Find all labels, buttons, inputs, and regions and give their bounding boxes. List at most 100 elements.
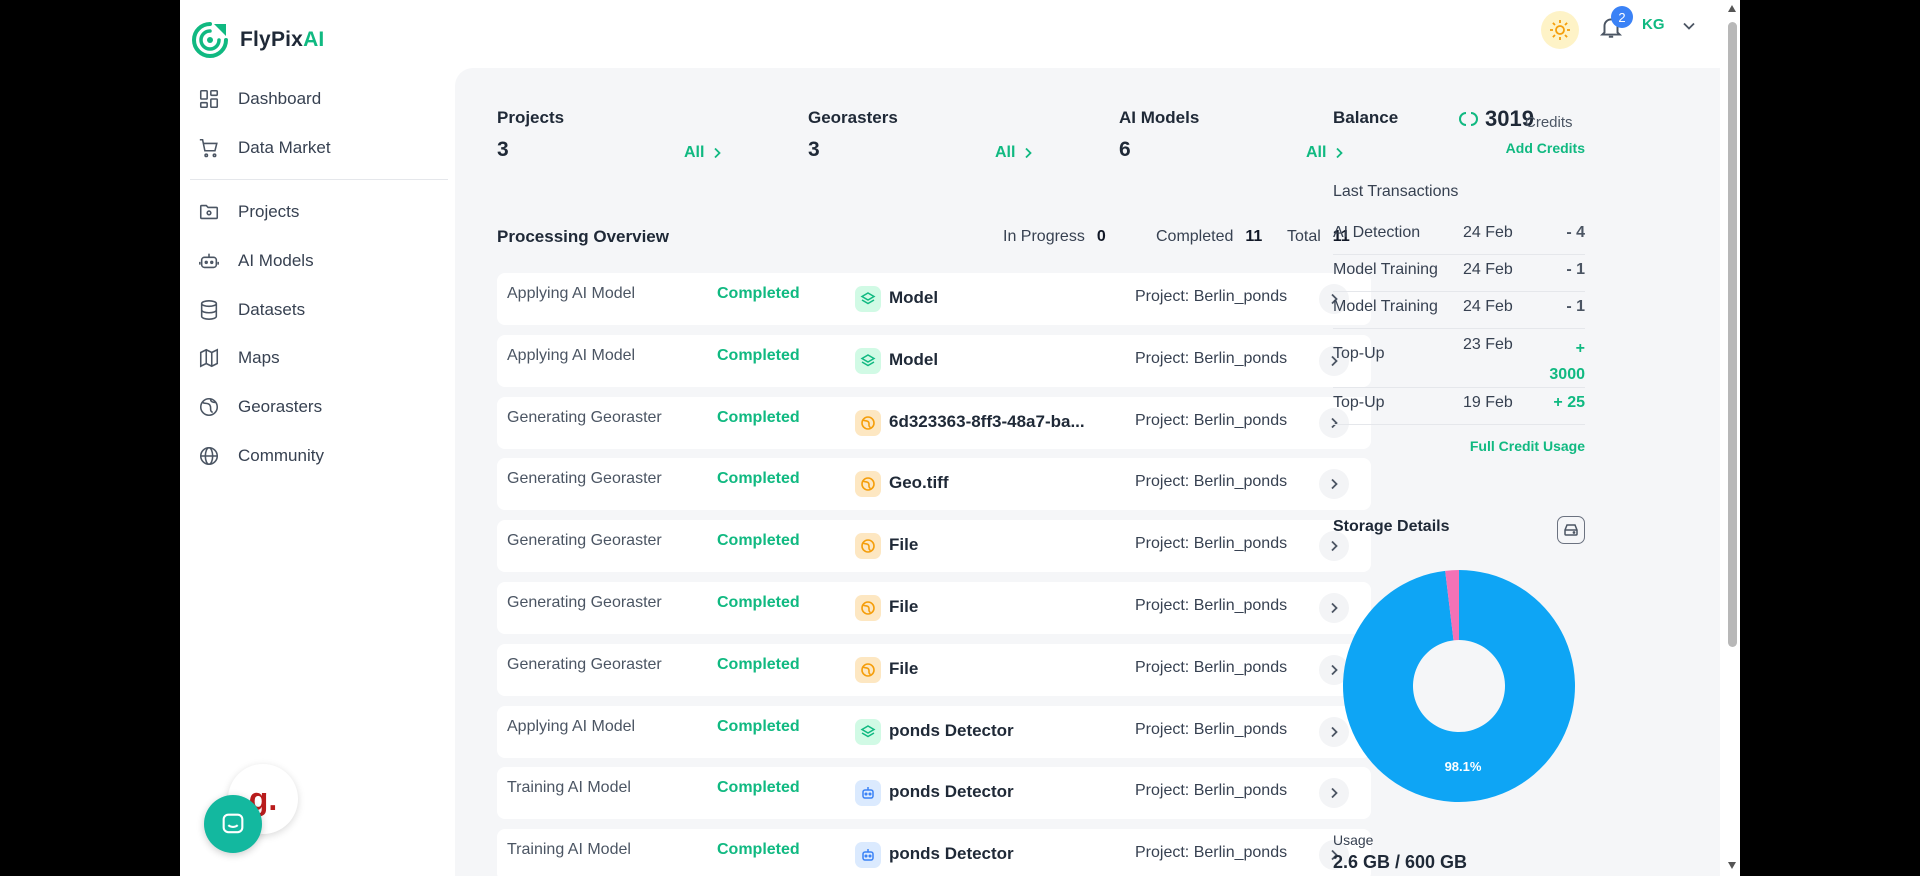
- row-status: Completed: [717, 841, 800, 859]
- globe-orange-icon: [861, 539, 875, 553]
- globe-orange-icon: [861, 662, 875, 677]
- brand-logo[interactable]: FlyPixAI: [190, 20, 324, 60]
- transaction-date: 24 Feb: [1463, 298, 1513, 315]
- row-item-name: Model: [889, 349, 939, 369]
- globe-orange-icon: [861, 601, 875, 615]
- row-status: Completed: [717, 532, 800, 550]
- row-project: Project: Berlin_ponds: [1135, 720, 1288, 738]
- processing-row[interactable]: Training AI Model Completed ponds Detector…: [497, 829, 1371, 876]
- sidebar-item-datasets[interactable]: Datasets: [198, 295, 305, 325]
- stat-label: AI Models: [1119, 108, 1200, 127]
- globe-grid-icon: [199, 397, 219, 417]
- row-operation: Generating Georaster: [507, 408, 662, 426]
- sidebar-item-label: Projects: [238, 202, 300, 221]
- georasters-all-link[interactable]: All: [995, 144, 1033, 162]
- row-type-icon: [855, 347, 881, 374]
- theme-toggle-button[interactable]: [1541, 11, 1579, 49]
- scrollbar-thumb[interactable]: [1728, 22, 1737, 647]
- processing-row[interactable]: Training AI Model Completed ponds Detector…: [497, 767, 1371, 820]
- row-status: Completed: [717, 285, 800, 302]
- transaction-row: AI Detection 24 Feb - 4: [1333, 218, 1585, 255]
- sidebar-item-community[interactable]: Community: [198, 441, 324, 471]
- page-scrollbar[interactable]: [1725, 0, 1740, 876]
- sidebar-item-data-market[interactable]: Data Market: [198, 133, 331, 163]
- globe-icon: [199, 446, 219, 466]
- add-credits-link[interactable]: Add Credits: [1506, 140, 1585, 156]
- robot-icon: [199, 253, 219, 269]
- processing-row[interactable]: Generating Georaster Completed File Project…: [497, 643, 1371, 696]
- transaction-amount: + 3000: [1549, 340, 1585, 383]
- transaction-name: Model Training: [1333, 261, 1438, 278]
- stat-value: 3: [497, 138, 509, 161]
- scroll-up-arrow[interactable]: [1728, 5, 1736, 12]
- brand-name: FlyPixAI: [240, 28, 325, 51]
- processing-row[interactable]: Generating Georaster Completed 6d323363-8f…: [497, 396, 1371, 449]
- transaction-name: Top-Up: [1333, 394, 1385, 411]
- sidebar-item-maps[interactable]: Maps: [198, 343, 280, 373]
- processing-row[interactable]: Applying AI Model Completed Model Project: …: [497, 334, 1371, 387]
- stat-georasters: Georasters 3: [808, 108, 898, 162]
- row-project: Project: Berlin_ponds: [1135, 658, 1288, 676]
- chevron-down-icon[interactable]: [1682, 19, 1696, 33]
- robot-blue-icon: [862, 849, 874, 861]
- sidebar-item-ai-models[interactable]: AI Models: [198, 246, 314, 276]
- sidebar-item-georasters[interactable]: Georasters: [198, 392, 322, 422]
- row-status: Completed: [717, 717, 800, 735]
- processing-row[interactable]: Generating Georaster Completed Geo.tiff Pro…: [497, 458, 1371, 511]
- row-item-name: 6d323363-8ff3-48a7-ba...: [889, 411, 1085, 431]
- sidebar-item-label: Datasets: [238, 300, 306, 319]
- chevron-right-icon: [1331, 726, 1338, 737]
- row-status: Completed: [717, 655, 800, 673]
- flypix-logo-icon: [192, 22, 228, 58]
- layers-icon: [860, 292, 876, 305]
- chevron-right-icon: [1336, 147, 1344, 159]
- row-project: Project: Berlin_ponds: [1135, 288, 1288, 305]
- chat-launcher-button[interactable]: [204, 795, 262, 853]
- processing-row[interactable]: Generating Georaster Completed File Project…: [497, 582, 1371, 634]
- sidebar-item-label: Data Market: [238, 138, 331, 157]
- row-status: Completed: [717, 346, 800, 364]
- row-open-button[interactable]: [1319, 469, 1349, 500]
- row-type-icon: [855, 286, 881, 312]
- row-item-name: File: [889, 658, 919, 678]
- scroll-down-arrow[interactable]: [1728, 862, 1736, 869]
- chevron-right-icon: [714, 147, 722, 159]
- database-icon: [200, 300, 218, 320]
- projects-all-link[interactable]: All: [684, 144, 722, 162]
- sidebar-item-dashboard[interactable]: Dashboard: [198, 84, 321, 114]
- row-item-name: Model: [889, 288, 939, 307]
- row-project: Project: Berlin_ponds: [1135, 844, 1288, 862]
- storage-details-button[interactable]: [1557, 516, 1585, 544]
- transaction-name: AI Detection: [1333, 224, 1421, 241]
- in-progress-count: In Progress 0: [1003, 228, 1106, 245]
- transaction-date: 23 Feb: [1463, 336, 1513, 353]
- chevron-right-icon: [1331, 602, 1338, 614]
- processing-row[interactable]: Applying AI Model Completed Model Project: …: [497, 273, 1371, 325]
- processing-row[interactable]: Applying AI Model Completed ponds Detector…: [497, 705, 1371, 758]
- stat-ai-models: AI Models 6: [1119, 108, 1199, 162]
- stat-value: 6: [1119, 138, 1131, 161]
- row-type-icon: [855, 533, 881, 560]
- row-operation: Training AI Model: [507, 779, 631, 797]
- transaction-date: 24 Feb: [1463, 261, 1513, 278]
- row-item-name: File: [889, 597, 919, 616]
- sidebar-item-projects[interactable]: Projects: [198, 197, 299, 227]
- chat-icon: [222, 813, 244, 834]
- stat-value: 3: [808, 138, 820, 161]
- row-operation: Generating Georaster: [507, 532, 662, 550]
- row-type-icon: [855, 656, 881, 683]
- balance-unit: Credits: [1525, 114, 1573, 131]
- sidebar-item-label: Georasters: [238, 397, 323, 416]
- usage-label: Usage: [1333, 832, 1374, 848]
- sidebar-item-label: Dashboard: [238, 89, 322, 108]
- sun-icon: [1550, 20, 1570, 40]
- stat-label: Georasters: [808, 108, 898, 127]
- layers-icon: [860, 724, 876, 737]
- processing-row[interactable]: Generating Georaster Completed File Project…: [497, 520, 1371, 573]
- ai-models-all-link[interactable]: All: [1306, 144, 1344, 162]
- credits-coin-icon: [1459, 112, 1478, 126]
- user-avatar[interactable]: KG: [1642, 16, 1665, 33]
- transaction-row: Model Training 24 Feb - 1: [1333, 255, 1585, 292]
- full-credit-usage-link[interactable]: Full Credit Usage: [1470, 438, 1585, 454]
- layers-icon: [860, 353, 876, 367]
